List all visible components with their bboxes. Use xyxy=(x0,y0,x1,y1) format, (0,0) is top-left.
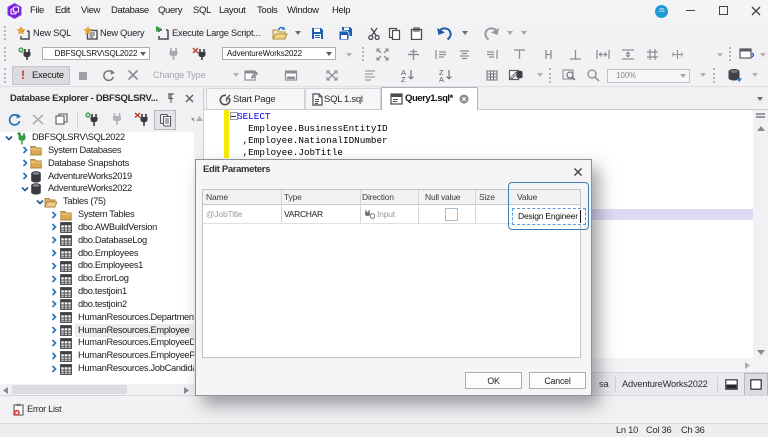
svg-text:A: A xyxy=(439,75,444,82)
svg-text:Z: Z xyxy=(401,75,406,82)
